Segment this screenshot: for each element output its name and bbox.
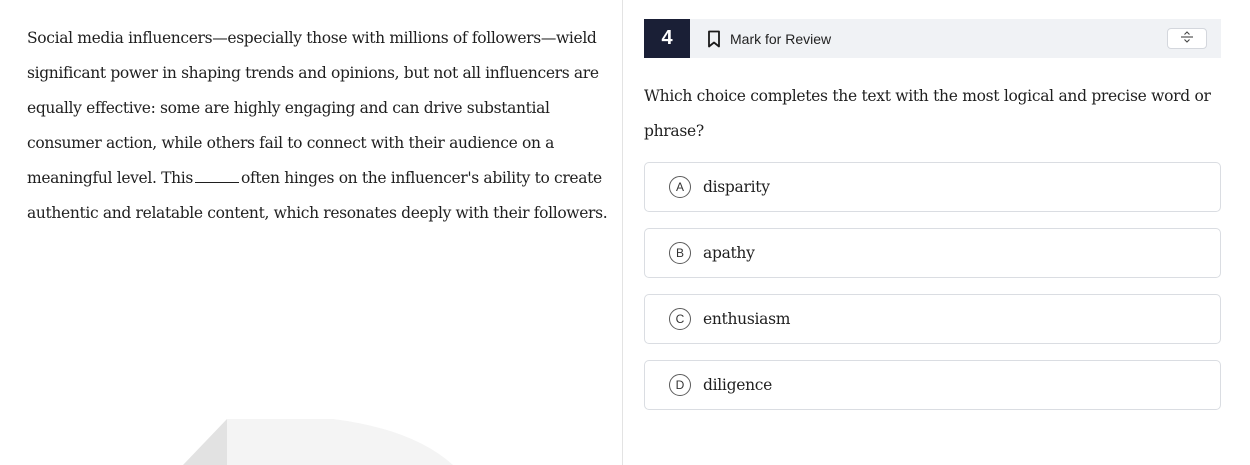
passage-pane: Social media influencers—especially thos…: [0, 0, 623, 465]
answer-blank: [194, 170, 239, 183]
choice-letter-b: B: [669, 242, 691, 264]
question-header: 4 Mark for Review: [644, 19, 1221, 58]
passage-text-before-blank: meaningful level. This: [27, 169, 193, 187]
question-pane: 4 Mark for Review Which choice completes…: [624, 0, 1250, 465]
strikethrough-icon: [1180, 30, 1194, 48]
choice-text-a: disparity: [703, 178, 770, 196]
question-prompt: Which choice completes the text with the…: [644, 79, 1219, 149]
answer-choice-b[interactable]: B apathy: [644, 228, 1221, 278]
passage-line: significant power in shaping trends and …: [27, 64, 599, 82]
passage-line: consumer action, while others fail to co…: [27, 134, 555, 152]
answer-choice-d[interactable]: D diligence: [644, 360, 1221, 410]
passage-line: meaningful level. This often hinges on th…: [27, 161, 602, 196]
passage-text-after-blank: often hinges on the influencer's ability…: [240, 169, 602, 187]
strikethrough-toggle-button[interactable]: [1167, 28, 1207, 49]
passage-line: authentic and relatable content, which r…: [27, 204, 608, 222]
passage-line: Social media influencers—especially thos…: [27, 29, 597, 47]
mark-for-review-button[interactable]: Mark for Review: [706, 19, 831, 58]
background-decoration: [183, 419, 453, 465]
answer-choice-c[interactable]: C enthusiasm: [644, 294, 1221, 344]
choice-letter-c: C: [669, 308, 691, 330]
question-number: 4: [644, 19, 690, 58]
bookmark-icon: [706, 30, 722, 48]
answer-choice-a[interactable]: A disparity: [644, 162, 1221, 212]
choice-text-c: enthusiasm: [703, 310, 791, 328]
mark-for-review-label: Mark for Review: [730, 30, 832, 47]
prompt-line: Which choice completes the text with the…: [644, 87, 1211, 105]
choice-letter-a: A: [669, 176, 691, 198]
prompt-line: phrase?: [644, 122, 704, 140]
choice-letter-d: D: [669, 374, 691, 396]
passage-line: equally effective: some are highly engag…: [27, 99, 550, 117]
choice-text-b: apathy: [703, 244, 755, 262]
choice-text-d: diligence: [703, 376, 773, 394]
passage-text: Social media influencers—especially thos…: [27, 21, 608, 231]
